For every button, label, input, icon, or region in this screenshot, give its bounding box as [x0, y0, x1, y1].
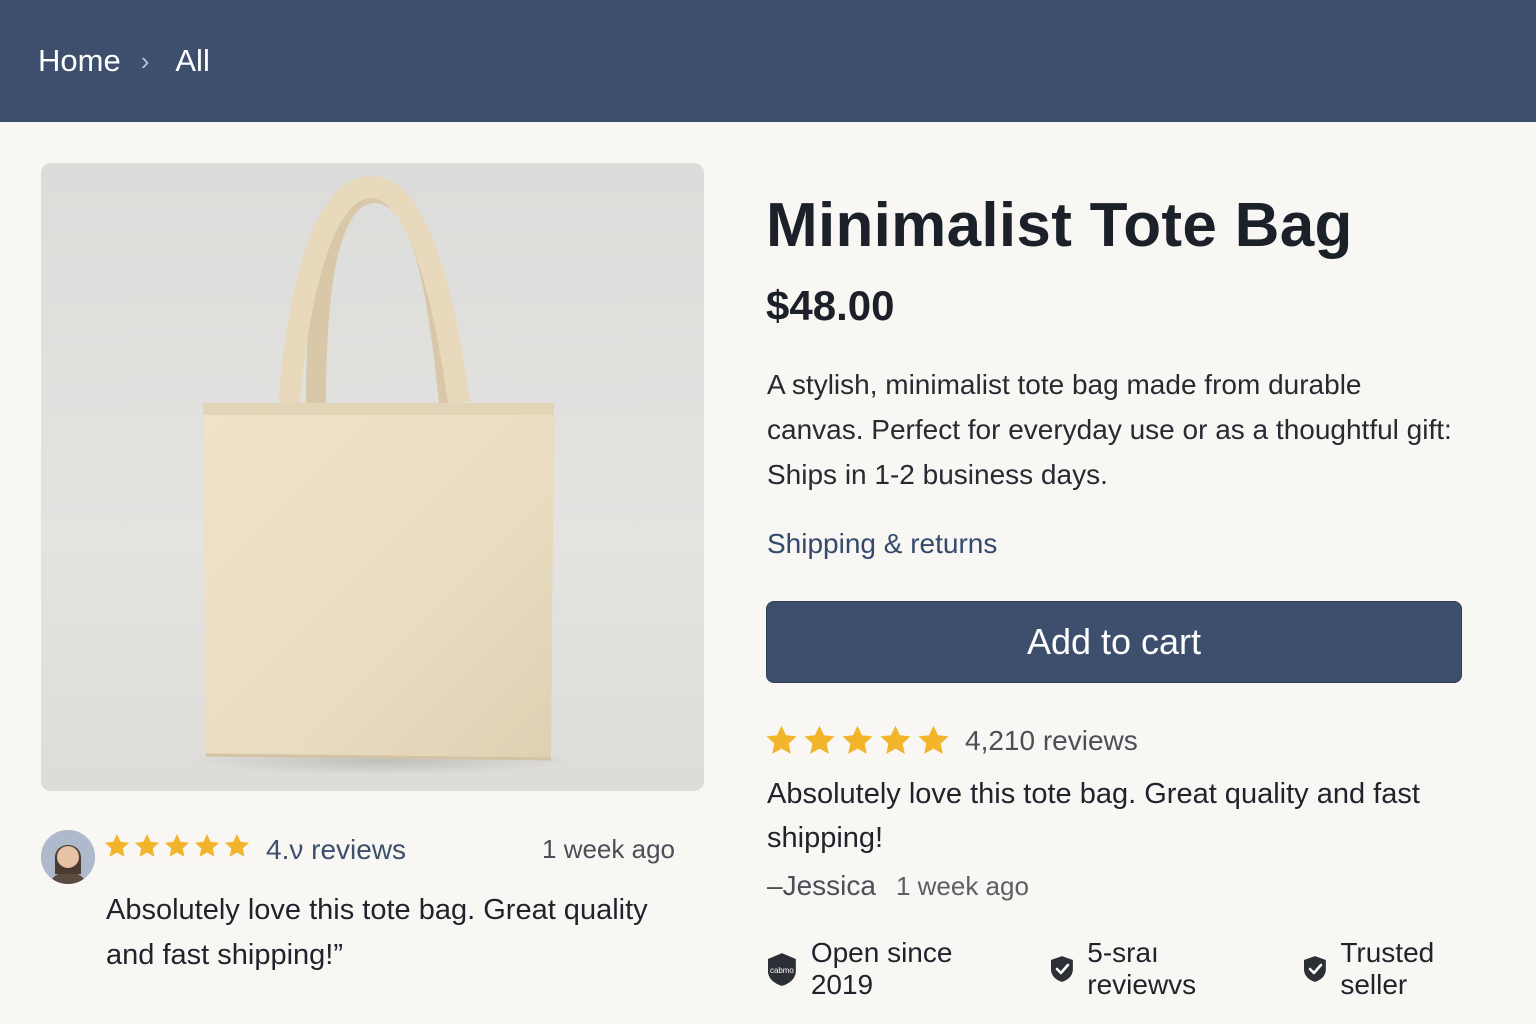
trust-badges: cabmo Open since 2019 5-sraı reviewvs Tr…	[765, 937, 1536, 1001]
product-image[interactable]	[41, 163, 704, 791]
star-icon	[134, 834, 160, 857]
breadcrumb-all-link[interactable]: All	[175, 43, 209, 79]
shipping-returns-link[interactable]: Shipping & returns	[767, 528, 997, 560]
review-star-rating	[103, 832, 251, 860]
review-rating-text[interactable]: 4.ν reviews	[266, 834, 406, 866]
top-navigation-bar: Home › All	[0, 0, 1536, 122]
star-icon	[104, 834, 130, 857]
avatar	[41, 830, 95, 884]
badge-reviews: 5-sraı reviewvs	[1049, 937, 1274, 1001]
product-title: Minimalist Tote Bag	[766, 191, 1353, 260]
breadcrumb-home-link[interactable]: Home	[38, 43, 121, 79]
badge-label: Open since 2019	[810, 937, 953, 1000]
reviewer-info: –Jessica 1 week ago	[767, 870, 1029, 902]
star-rating	[764, 723, 951, 758]
badge-label: Trusted seller	[1340, 937, 1435, 1000]
star-icon	[880, 725, 911, 754]
shield-check-icon	[1051, 956, 1074, 982]
product-description: A stylish, minimalist tote bag made from…	[767, 369, 1452, 490]
star-icon	[842, 725, 873, 754]
star-icon	[164, 834, 190, 857]
add-to-cart-button[interactable]: Add to cart	[766, 601, 1462, 683]
chevron-right-icon: ›	[140, 46, 150, 76]
store-badge-icon-text: cabmo	[770, 966, 794, 975]
review-timestamp: 1 week ago	[895, 871, 1029, 901]
badge-label: 5-sraı reviewvs	[1087, 937, 1197, 1000]
review-count-link[interactable]: 4,210 reviews	[965, 725, 1138, 757]
tote-bag-illustration	[191, 175, 571, 775]
reviewer-name: –Jessica	[767, 870, 876, 901]
badge-open-since: cabmo Open since 2019	[765, 937, 1021, 1001]
shield-check-icon	[1304, 956, 1327, 982]
customer-review-card: 4.ν reviews 1 week ago Absolutely love t…	[41, 830, 681, 990]
review-timestamp: 1 week ago	[542, 834, 675, 864]
store-badge-icon: cabmo	[767, 953, 796, 986]
star-icon	[224, 834, 250, 857]
star-icon	[918, 725, 949, 754]
product-rating: 4,210 reviews	[764, 723, 1138, 758]
product-price: $48.00	[766, 282, 895, 329]
star-icon	[804, 725, 835, 754]
featured-review-quote: Absolutely love this tote bag. Great qua…	[767, 778, 1420, 854]
star-icon	[194, 834, 220, 857]
star-icon	[766, 725, 797, 754]
review-quote: Absolutely love this tote bag. Great qua…	[106, 894, 648, 971]
badge-trusted-seller: Trusted seller	[1302, 937, 1508, 1001]
